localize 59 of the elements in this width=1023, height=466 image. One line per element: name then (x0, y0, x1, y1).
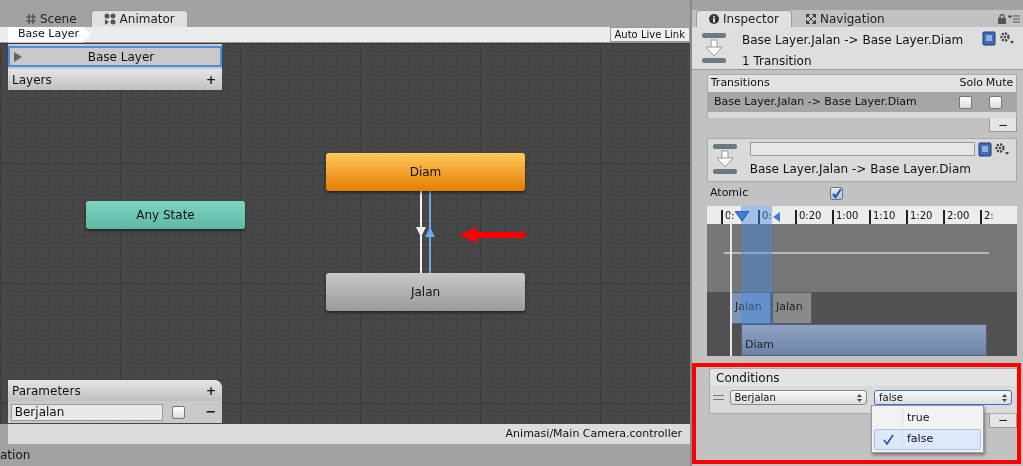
inspector-subtitle: 1 Transition (742, 52, 813, 70)
menu-item[interactable]: true (874, 407, 981, 429)
expand-triangle-icon (14, 51, 22, 62)
menu-icon (1008, 15, 1021, 24)
checkmark-icon (883, 433, 894, 445)
timeline-clip[interactable]: Diam (741, 323, 987, 356)
menu-item[interactable]: false (874, 428, 981, 450)
atomic-checkbox[interactable] (830, 187, 843, 200)
state-node[interactable]: Any State (86, 201, 245, 229)
list-header: Conditions (710, 368, 1017, 386)
sort-arrows-icon (856, 393, 862, 402)
transition-arrow[interactable] (416, 191, 426, 273)
navigation-icon (806, 13, 816, 24)
column-header: Solo (959, 75, 983, 92)
sort-arrows-icon (1002, 393, 1007, 402)
breadcrumb[interactable]: Base Layer (8, 26, 91, 43)
column-header: Mute (985, 75, 1014, 92)
settings-icon (999, 31, 1015, 45)
playhead-marker (735, 210, 749, 221)
parameter-checkbox[interactable] (172, 405, 186, 419)
settings-icon (994, 142, 1011, 157)
value-dropdown[interactable]: false (874, 390, 1012, 405)
timeline-clip[interactable]: Jalan (772, 291, 812, 324)
remove-button[interactable]: − (989, 118, 1017, 132)
inspector-title: Base Layer.Jalan -> Base Layer.Diam (742, 32, 965, 49)
atomic-label: Atomic (710, 185, 750, 202)
layer-row[interactable]: Base Layer (8, 46, 222, 67)
mute-checkbox[interactable] (989, 95, 1002, 109)
auto-live-link-button[interactable]: Auto Live Link (609, 27, 690, 42)
drag-handle-icon (713, 395, 724, 400)
panel-title: Parameters (12, 382, 81, 400)
panel-title: Layers (12, 71, 52, 89)
annotation-arrow (459, 227, 525, 243)
transition-arrow[interactable] (425, 191, 435, 273)
parameter-name-field[interactable]: Berjalan (10, 403, 163, 421)
help-icon (982, 31, 997, 46)
help-icon (977, 141, 992, 157)
transition-icon (700, 31, 728, 65)
panel-tab[interactable]: Scene (14, 10, 89, 27)
transition-label: Base Layer.Jalan -> Base Layer.Diam (749, 160, 972, 178)
add-button[interactable]: + (205, 381, 216, 400)
list-header: Transitions (710, 75, 770, 92)
name-field[interactable] (749, 142, 975, 157)
solo-checkbox[interactable] (959, 95, 972, 109)
panel-tab[interactable]: Inspector (696, 10, 792, 27)
animator-icon (103, 13, 116, 25)
panel-tab[interactable]: ation (0, 446, 31, 464)
parameter-dropdown[interactable]: Berjalan (729, 390, 867, 405)
panel-tab[interactable]: Animator (90, 10, 188, 27)
add-button[interactable]: + (205, 70, 216, 89)
lock-icon (997, 14, 1006, 25)
grid-icon (26, 13, 36, 24)
transition-row[interactable]: Base Layer.Jalan -> Base Layer.Diam (708, 92, 1016, 112)
remove-button[interactable]: − (205, 402, 217, 422)
panel-tab[interactable]: Navigation (794, 10, 897, 27)
info-icon (709, 14, 719, 24)
state-node[interactable]: Jalan (326, 273, 525, 311)
transition-icon (710, 141, 739, 176)
state-node[interactable]: Diam (326, 153, 525, 191)
